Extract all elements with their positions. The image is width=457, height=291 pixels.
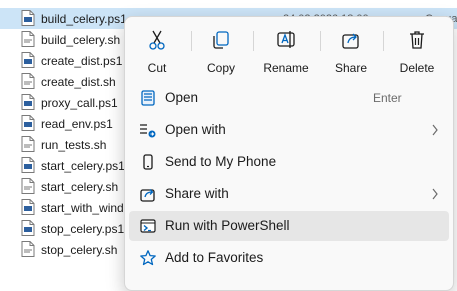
star-icon: [140, 250, 156, 266]
menu-item-send-to-phone[interactable]: Send to My Phone: [129, 147, 449, 177]
file-name: build_celery.sh: [41, 32, 121, 47]
menu-item-label: Add to Favorites: [165, 250, 264, 265]
menu-item-label: Send to My Phone: [165, 154, 277, 169]
rename-label: Rename: [263, 61, 309, 75]
powershell-icon: [140, 219, 156, 233]
menu-item-run-with-powershell[interactable]: Run with PowerShell: [129, 211, 449, 241]
sh-file-icon: [21, 178, 35, 194]
cut-label: Cut: [147, 61, 167, 75]
shortcut-hint: Enter: [373, 91, 402, 105]
share-with-icon: [140, 189, 155, 202]
sh-file-icon: [21, 241, 35, 257]
sh-file-icon: [21, 136, 35, 152]
menu-item-open-with[interactable]: Open with: [129, 115, 449, 145]
sh-file-icon: [21, 31, 35, 47]
chevron-right-icon: [432, 124, 438, 136]
trash-icon: [410, 31, 424, 49]
divider: [383, 31, 384, 51]
cut-button[interactable]: Cut: [127, 25, 187, 81]
share-button[interactable]: Share: [321, 25, 381, 81]
menu-item-label: Share with: [165, 186, 229, 201]
share-label: Share: [334, 61, 368, 75]
file-name: stop_celery.ps1: [41, 221, 125, 236]
open-icon: [141, 90, 155, 106]
file-name: build_celery.ps1: [41, 11, 127, 26]
share-icon: [342, 33, 359, 49]
ps1-file-icon: [21, 115, 35, 131]
copy-icon: [213, 31, 229, 49]
file-name: run_tests.sh: [41, 137, 107, 152]
file-name: create_dist.ps1: [41, 53, 123, 68]
file-name: create_dist.sh: [41, 74, 116, 89]
sh-file-icon: [21, 73, 35, 89]
ps1-file-icon: [21, 157, 35, 173]
menu-item-label: Run with PowerShell: [165, 218, 290, 233]
context-menu: Cut Copy Rename Share Delete Open Enter …: [124, 16, 454, 291]
copy-button[interactable]: Copy: [191, 25, 251, 81]
delete-button[interactable]: Delete: [387, 25, 447, 81]
ps1-file-icon: [21, 220, 35, 236]
menu-item-add-to-favorites[interactable]: Add to Favorites: [129, 243, 449, 273]
menu-item-open[interactable]: Open Enter: [129, 83, 449, 113]
open-with-icon: [140, 124, 156, 138]
delete-label: Delete: [399, 61, 435, 75]
copy-label: Copy: [206, 61, 235, 75]
scissors-icon: [149, 30, 165, 50]
phone-icon: [143, 154, 153, 170]
menu-item-label: Open with: [165, 122, 226, 137]
chevron-right-icon: [432, 188, 438, 200]
ps1-file-icon: [21, 52, 35, 68]
file-name: start_celery.ps1: [41, 158, 125, 173]
file-name: stop_celery.sh: [41, 242, 118, 257]
ps1-file-icon: [21, 10, 35, 26]
ps1-file-icon: [21, 199, 35, 215]
quick-actions-bar: Cut Copy Rename Share Delete: [125, 17, 453, 81]
file-name: read_env.ps1: [41, 116, 113, 131]
divider: [253, 31, 254, 51]
menu-item-share-with[interactable]: Share with: [129, 179, 449, 209]
menu-item-label: Open: [165, 90, 199, 105]
rename-button[interactable]: Rename: [256, 25, 316, 81]
file-name: start_celery.sh: [41, 179, 119, 194]
file-name: proxy_call.ps1: [41, 95, 118, 110]
ps1-file-icon: [21, 94, 35, 110]
rename-icon: [277, 31, 295, 48]
file-name: start_with_wind: [41, 200, 124, 215]
